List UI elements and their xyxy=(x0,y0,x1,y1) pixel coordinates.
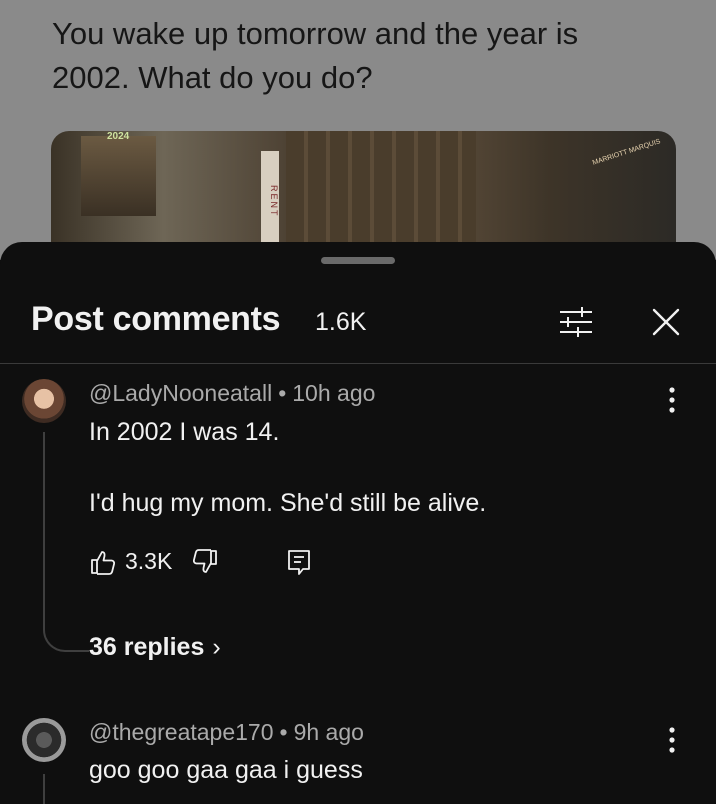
comment-reply-icon xyxy=(288,550,310,575)
close-icon xyxy=(652,308,680,336)
filter-sliders-icon xyxy=(560,307,592,337)
meta-separator: • xyxy=(278,380,287,406)
comment-count: 1.6K xyxy=(315,308,367,336)
building-graphic xyxy=(286,131,476,260)
comment-meta: @LadyNooneatall • 10h ago xyxy=(89,380,375,407)
post-image: 2024 RENT MARRIOTT MARQUIS xyxy=(51,131,676,260)
comment-menu-button[interactable] xyxy=(660,385,684,415)
close-button[interactable] xyxy=(646,302,686,342)
comment-author[interactable]: @LadyNooneatall xyxy=(89,380,272,406)
billboard-graphic xyxy=(81,136,156,216)
comment-time: 10h ago xyxy=(292,380,376,406)
comment-actions: 3.3K xyxy=(89,546,349,582)
avatar[interactable] xyxy=(22,379,66,423)
header-divider xyxy=(0,363,716,364)
dislike-button[interactable] xyxy=(191,548,219,576)
comment-menu-button[interactable] xyxy=(660,725,684,755)
filter-button[interactable] xyxy=(556,302,596,342)
vertical-sign: RENT xyxy=(261,151,279,251)
comment-time: 9h ago xyxy=(293,719,364,745)
avatar[interactable] xyxy=(22,718,66,762)
replies-count: 36 replies xyxy=(89,633,205,661)
post-title: You wake up tomorrow and the year is 200… xyxy=(52,12,652,100)
marriott-sign: MARRIOTT MARQUIS xyxy=(591,138,662,167)
post-title-line2: 2002. What do you do? xyxy=(52,60,373,95)
thumbs-up-icon xyxy=(91,551,116,575)
like-button[interactable] xyxy=(89,548,117,576)
reply-button[interactable] xyxy=(285,548,313,576)
comment-text-line2: I'd hug my mom. She'd still be alive. xyxy=(89,489,487,517)
more-vertical-icon xyxy=(669,727,675,753)
thread-connector xyxy=(43,432,89,652)
comments-sheet: Post comments 1.6K @LadyNooneatall • 10h… xyxy=(0,242,716,804)
post-background: You wake up tomorrow and the year is 200… xyxy=(0,0,716,260)
comment-text-line1: In 2002 I was 14. xyxy=(89,418,280,446)
like-count: 3.3K xyxy=(125,548,173,574)
sheet-title: Post comments xyxy=(31,300,281,338)
thumbs-down-icon xyxy=(192,549,217,573)
comment-text-line1: goo goo gaa gaa i guess xyxy=(89,756,363,784)
comment-author[interactable]: @thegreatape170 xyxy=(89,719,274,745)
thread-connector xyxy=(43,774,45,804)
view-replies-button[interactable]: 36 replies › xyxy=(89,633,221,662)
billboard-year: 2024 xyxy=(107,131,130,142)
chevron-right-icon: › xyxy=(212,633,221,661)
comment-meta: @thegreatape170 • 9h ago xyxy=(89,719,364,746)
sheet-header: Post comments 1.6K xyxy=(0,294,716,354)
post-title-line1: You wake up tomorrow and the year is xyxy=(52,16,579,51)
meta-separator: • xyxy=(279,719,288,745)
more-vertical-icon xyxy=(669,387,675,413)
sheet-drag-handle[interactable] xyxy=(321,257,395,264)
